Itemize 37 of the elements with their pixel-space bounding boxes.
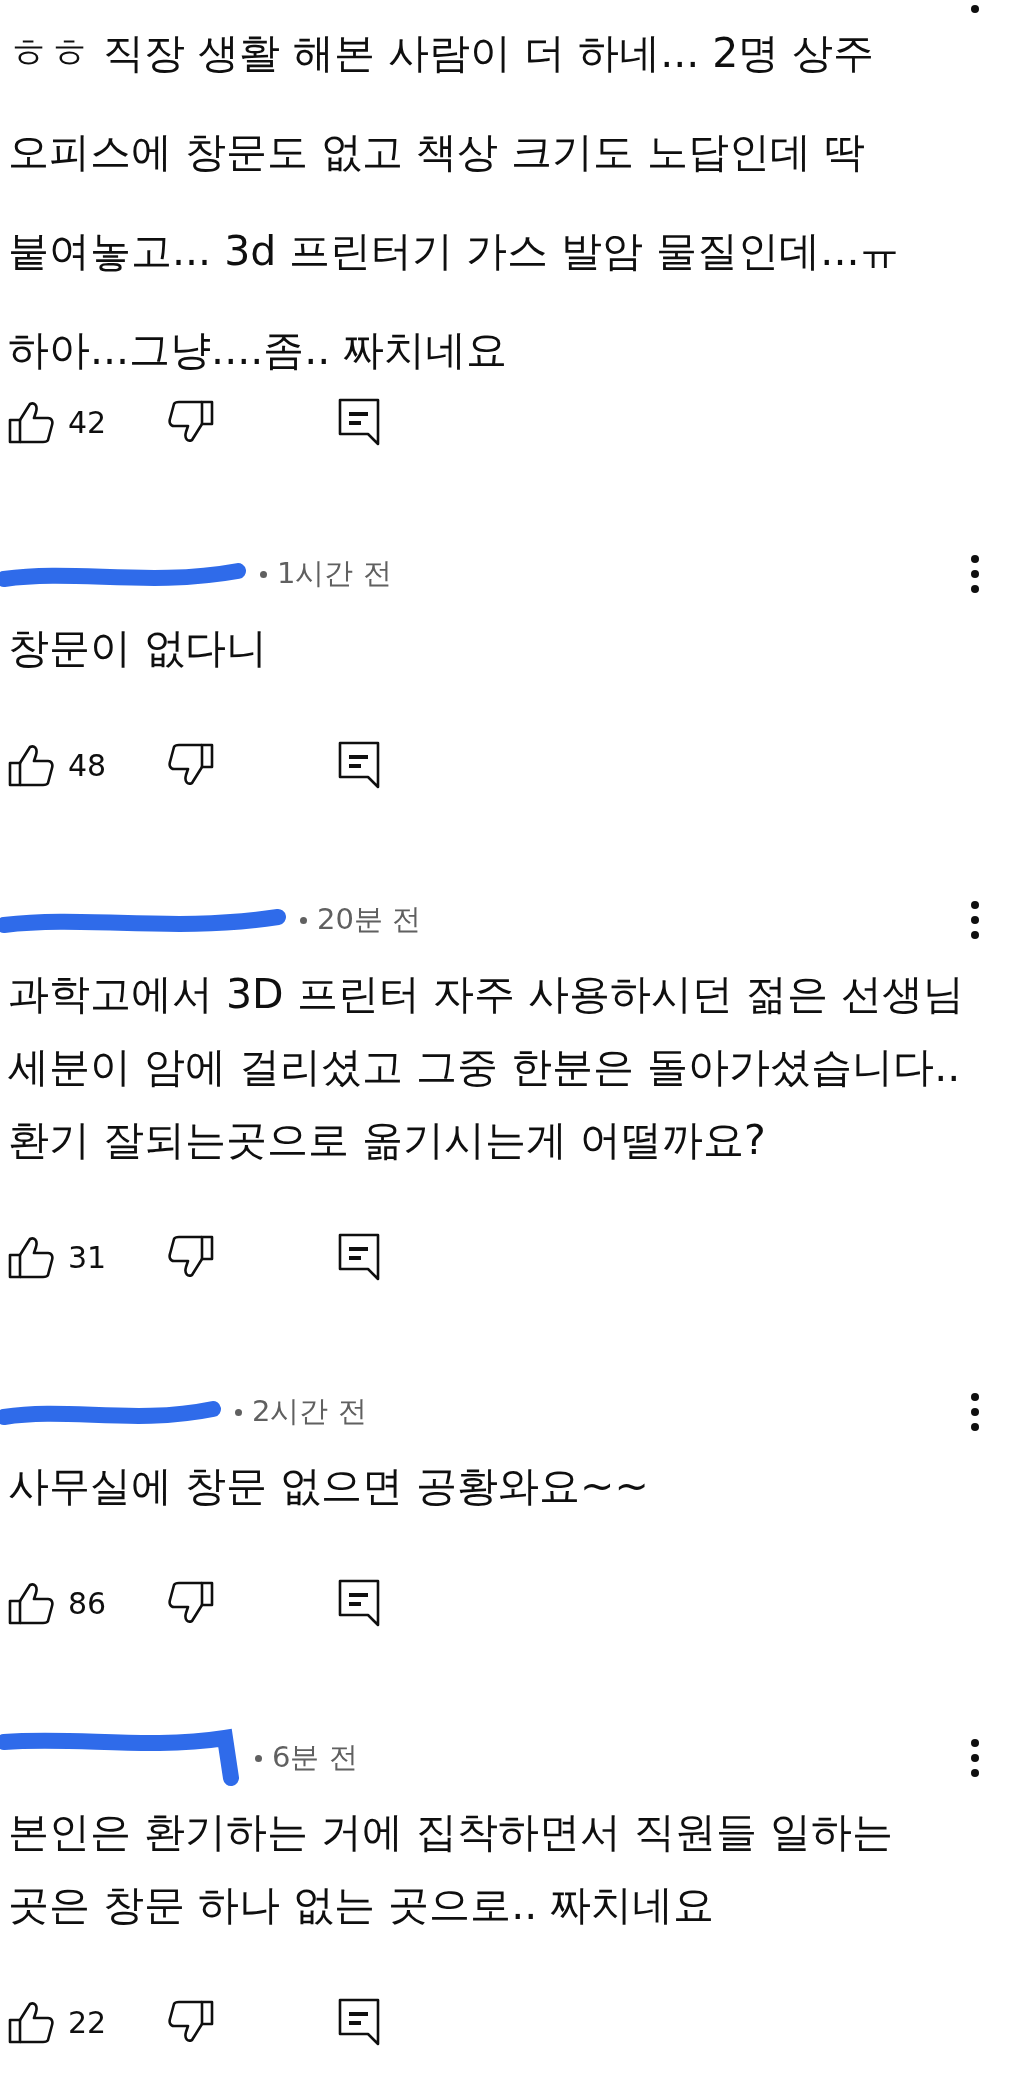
separator-dot — [260, 570, 267, 578]
comment-text: 사무실에 창문 없으면 공황와요~~ — [8, 1461, 649, 1512]
dislike-button[interactable] — [168, 743, 214, 787]
comment-time: 1시간 전 — [277, 555, 392, 592]
comment-text: 본인은 환기하는 거에 집착하면서 직원들 일하는 곳은 창문 하나 없는 곳으로.. 짜치네요 — [8, 1807, 894, 1931]
comment-text: 창문이 없다니 — [8, 623, 268, 674]
more-options-icon[interactable] — [970, 1738, 980, 1778]
comment-time: 20분 전 — [317, 901, 422, 938]
like-count: 48 — [68, 747, 108, 783]
dislike-button[interactable] — [168, 1235, 214, 1279]
reply-button[interactable] — [338, 1998, 380, 2046]
dislike-button[interactable] — [168, 2000, 214, 2044]
like-button[interactable] — [8, 1581, 54, 1625]
reply-button[interactable] — [338, 1579, 380, 1627]
separator-dot — [255, 1754, 262, 1762]
reply-button[interactable] — [338, 398, 380, 446]
reply-button[interactable] — [338, 1233, 380, 1281]
like-button[interactable] — [8, 2000, 54, 2044]
like-count: 22 — [68, 2004, 108, 2040]
more-options-icon[interactable] — [970, 1392, 980, 1432]
more-options-icon[interactable] — [970, 900, 980, 940]
dislike-button[interactable] — [168, 1581, 214, 1625]
like-button[interactable] — [8, 1235, 54, 1279]
comment-time: 2시간 전 — [252, 1393, 367, 1430]
separator-dot — [235, 1408, 242, 1416]
like-button[interactable] — [8, 400, 54, 444]
dislike-button[interactable] — [168, 400, 214, 444]
like-button[interactable] — [8, 743, 54, 787]
comment-text: ㅎㅎ 직장 생활 해본 사람이 더 하네... 2명 상주 오피스에 창문도 없고 책상 크기도 노답인데 딱 붙여놓고... 3d 프린터기 가스 발암 물질인데...ㅠ 하아...그냥....좀.. 짜치네요 — [8, 28, 901, 376]
comment-time: 6분 전 — [272, 1739, 358, 1776]
like-count: 42 — [68, 404, 108, 440]
more-options-icon[interactable] — [970, 554, 980, 594]
like-count: 31 — [68, 1239, 108, 1275]
like-count: 86 — [68, 1585, 108, 1621]
reply-button[interactable] — [338, 741, 380, 789]
separator-dot — [300, 916, 307, 924]
comment-text: 과학고에서 3D 프린터 자주 사용하시던 젊은 선생님 세분이 암에 걸리셨고 그중 한분은 돌아가셨습니다.. 환기 잘되는곳으로 옮기시는게 어떨까요? — [8, 969, 964, 1166]
